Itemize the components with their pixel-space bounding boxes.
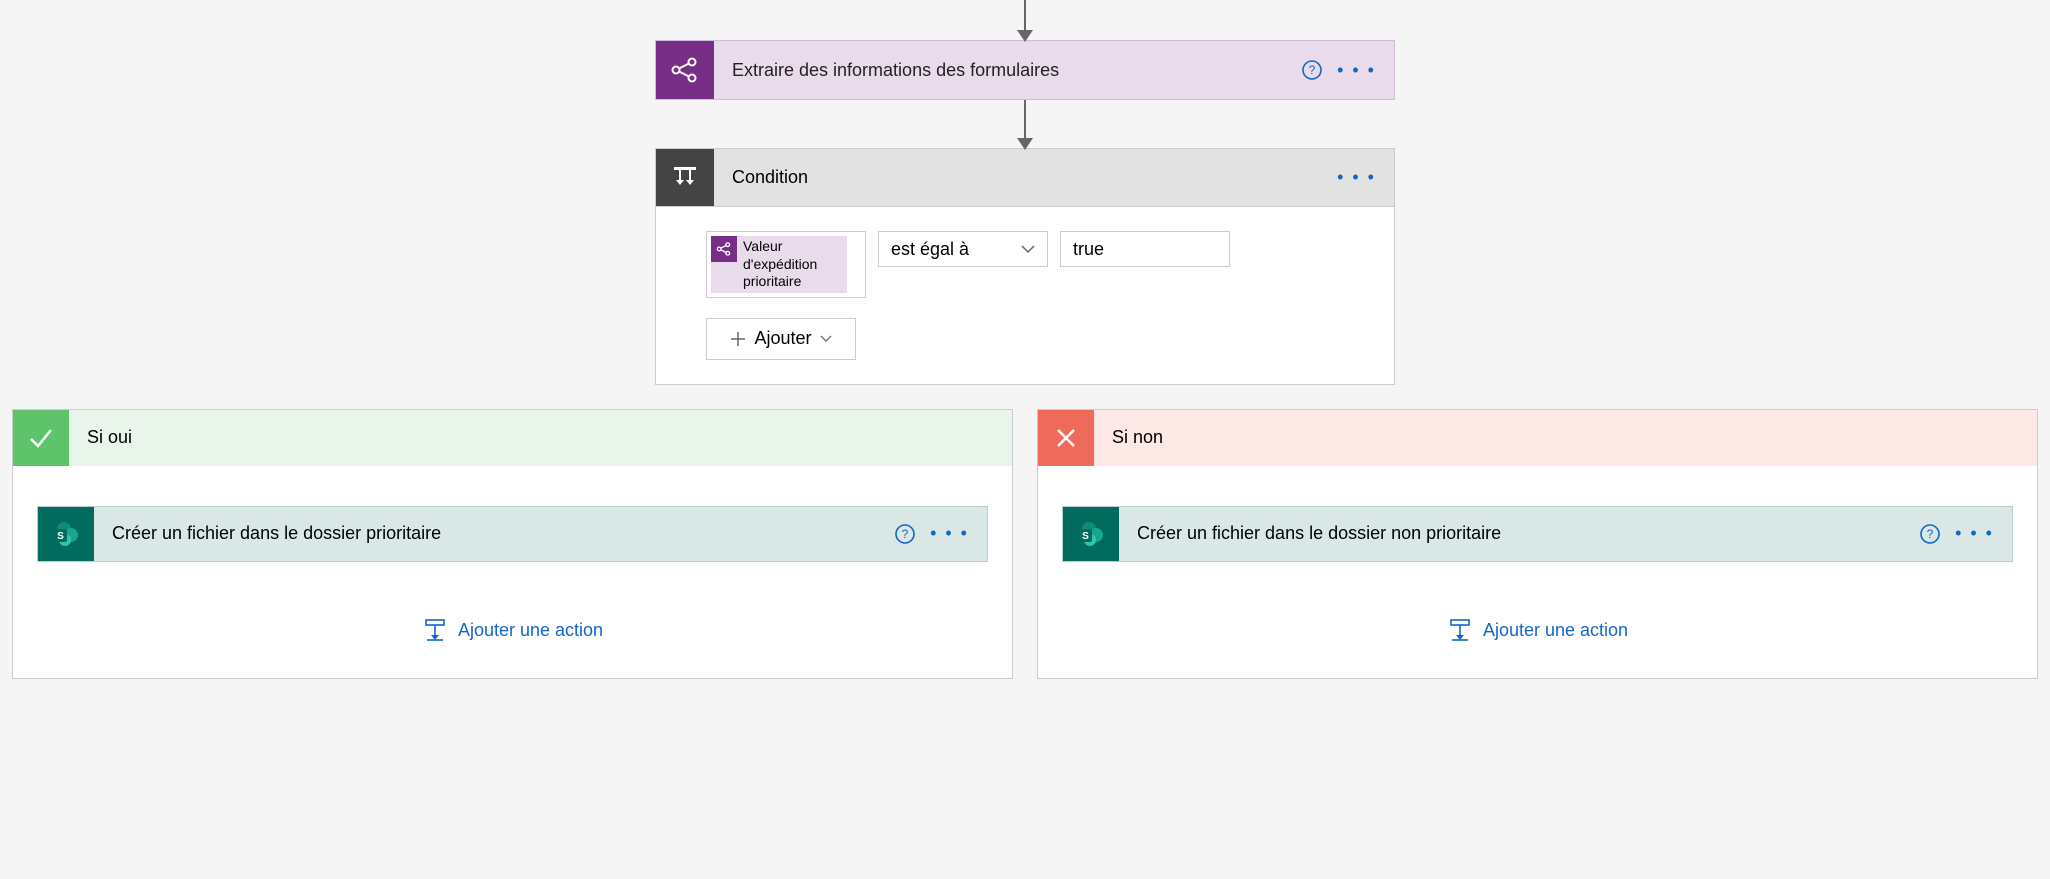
action-title: Extraire des informations des formulaire… xyxy=(714,60,1301,81)
add-action-label: Ajouter une action xyxy=(1483,620,1628,641)
add-action-label: Ajouter une action xyxy=(458,620,603,641)
svg-text:?: ? xyxy=(1927,527,1934,541)
more-menu-icon[interactable]: • • • xyxy=(1337,60,1376,81)
branch-yes-title: Si oui xyxy=(69,427,150,448)
action-title: Créer un fichier dans le dossier priorit… xyxy=(94,523,894,544)
flow-arrow xyxy=(1024,0,1026,40)
help-icon[interactable]: ? xyxy=(1919,523,1941,545)
condition-card: Condition • • • Valeur d'expédition xyxy=(655,148,1395,385)
add-step-icon xyxy=(422,618,448,644)
operator-value: est égal à xyxy=(891,239,969,260)
add-step-icon xyxy=(1447,618,1473,644)
action-card-create-file-priority[interactable]: S Créer un fichier dans le dossier prior… xyxy=(37,506,988,562)
add-action-button[interactable]: Ajouter une action xyxy=(1062,618,2013,644)
close-icon xyxy=(1038,410,1094,466)
plus-icon xyxy=(730,331,746,347)
condition-left-operand[interactable]: Valeur d'expédition prioritaire xyxy=(706,231,866,298)
branch-no: Si non S Créer un fichier dans le dossie… xyxy=(1037,409,2038,679)
flow-arrow xyxy=(1024,100,1026,148)
condition-value-input[interactable]: true xyxy=(1060,231,1230,267)
condition-operator-select[interactable]: est égal à xyxy=(878,231,1048,267)
condition-icon xyxy=(656,149,714,206)
more-menu-icon[interactable]: • • • xyxy=(930,523,969,544)
branch-yes: Si oui S Créer un fichier dans le dossie… xyxy=(12,409,1013,679)
svg-text:S: S xyxy=(57,531,64,542)
svg-text:?: ? xyxy=(902,527,909,541)
add-label: Ajouter xyxy=(754,328,811,349)
value-text: true xyxy=(1073,239,1104,260)
add-action-button[interactable]: Ajouter une action xyxy=(37,618,988,644)
more-menu-icon[interactable]: • • • xyxy=(1337,167,1376,188)
svg-text:?: ? xyxy=(1309,63,1316,77)
action-card-create-file-non-priority[interactable]: S Créer un fichier dans le dossier non p… xyxy=(1062,506,2013,562)
check-icon xyxy=(13,410,69,466)
condition-add-button[interactable]: Ajouter xyxy=(706,318,856,360)
sharepoint-icon: S xyxy=(1063,507,1119,561)
action-card-extract[interactable]: Extraire des informations des formulaire… xyxy=(655,40,1395,100)
svg-text:S: S xyxy=(1082,531,1089,542)
help-icon[interactable]: ? xyxy=(1301,59,1323,81)
action-title: Créer un fichier dans le dossier non pri… xyxy=(1119,523,1919,544)
branch-no-header[interactable]: Si non xyxy=(1038,410,2037,466)
chevron-down-icon xyxy=(820,334,832,343)
more-menu-icon[interactable]: • • • xyxy=(1955,523,1994,544)
ai-builder-icon xyxy=(656,41,714,99)
ai-builder-icon xyxy=(711,236,737,262)
condition-header[interactable]: Condition • • • xyxy=(656,149,1394,207)
branch-no-title: Si non xyxy=(1094,427,1181,448)
help-icon[interactable]: ? xyxy=(894,523,916,545)
condition-title: Condition xyxy=(714,167,1337,188)
token-label: Valeur d'expédition prioritaire xyxy=(737,236,847,293)
sharepoint-icon: S xyxy=(38,507,94,561)
chevron-down-icon xyxy=(1021,244,1035,254)
branch-yes-header[interactable]: Si oui xyxy=(13,410,1012,466)
